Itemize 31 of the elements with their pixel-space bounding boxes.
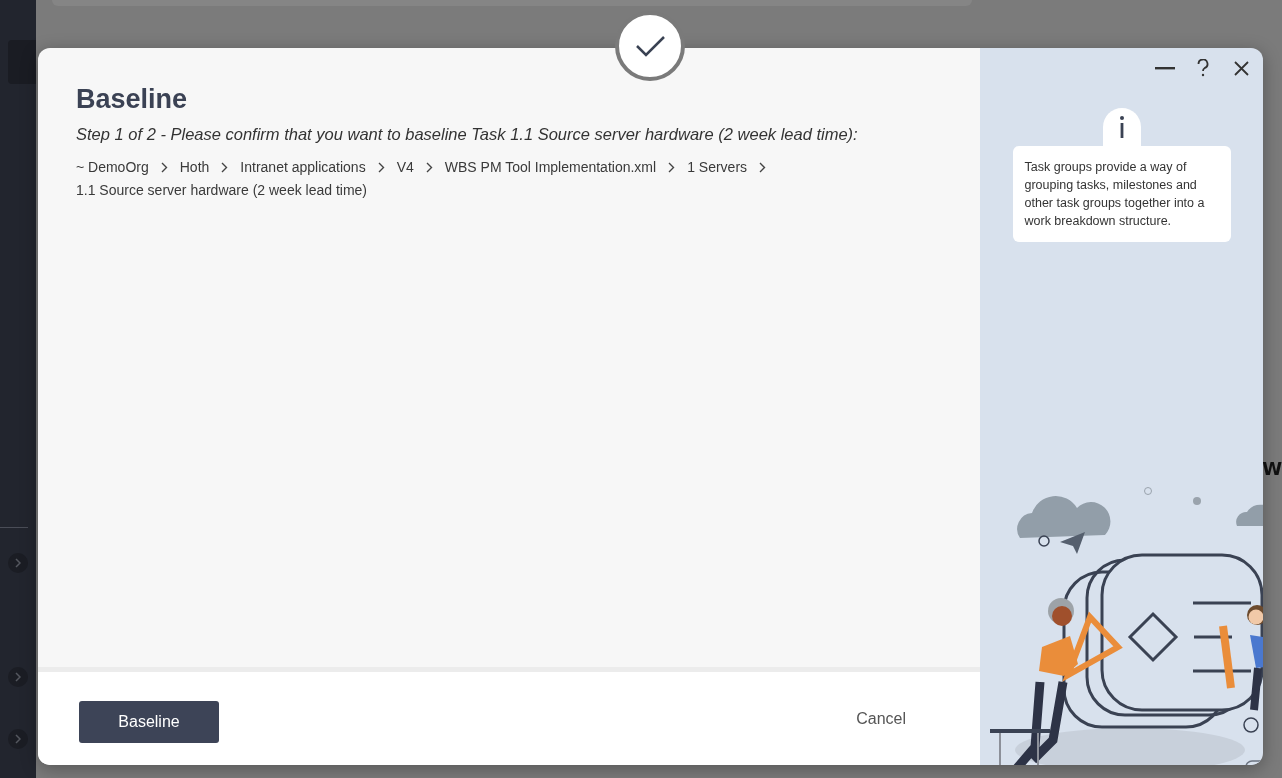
- chevron-icon: [15, 672, 21, 682]
- step-text: Step 1 of 2 - Please confirm that you want to baseline Task 1.1 Source server hardware (2 week lead time):: [76, 125, 859, 144]
- breadcrumb-link[interactable]: ~ DemoOrg: [76, 156, 149, 179]
- expand-button[interactable]: [8, 667, 28, 687]
- breadcrumb-link[interactable]: 1 Servers: [687, 156, 748, 179]
- expand-button[interactable]: [8, 553, 28, 573]
- chevron-icon: [759, 162, 767, 173]
- help-icon: [1197, 59, 1209, 77]
- close-button[interactable]: [1231, 58, 1251, 78]
- dialog-title: Baseline: [76, 84, 189, 115]
- close-icon: [1233, 60, 1249, 76]
- chevron-icon: [377, 162, 385, 173]
- info-icon: [1119, 116, 1124, 138]
- breadcrumb-link[interactable]: Hoth: [179, 156, 210, 179]
- chevron-icon: [15, 734, 21, 744]
- column-header: W: [1262, 458, 1282, 479]
- breadcrumb-link[interactable]: WBS PM Tool Implementation.xml: [444, 156, 657, 179]
- chevron-icon: [15, 558, 21, 568]
- chevron-icon: [160, 162, 168, 173]
- help-text: Task groups provide a way of grouping tasks, milestones and other task groups together into a work breakdown structure.: [1012, 146, 1231, 242]
- minimize-icon: [1155, 66, 1175, 70]
- expand-button[interactable]: [8, 729, 28, 749]
- baseline-button[interactable]: Baseline: [79, 700, 219, 743]
- cancel-button[interactable]: Cancel: [850, 708, 912, 729]
- chevron-icon: [221, 162, 229, 173]
- breadcrumb-link[interactable]: Intranet applications: [240, 156, 366, 179]
- sidebar-item[interactable]: [8, 40, 36, 84]
- chevron-icon: [425, 162, 433, 173]
- breadcrumb-link[interactable]: 1.1 Source server hardware (2 week lead time): [76, 179, 368, 202]
- breadcrumb-link[interactable]: V4: [396, 156, 414, 179]
- chevron-icon: [668, 162, 676, 173]
